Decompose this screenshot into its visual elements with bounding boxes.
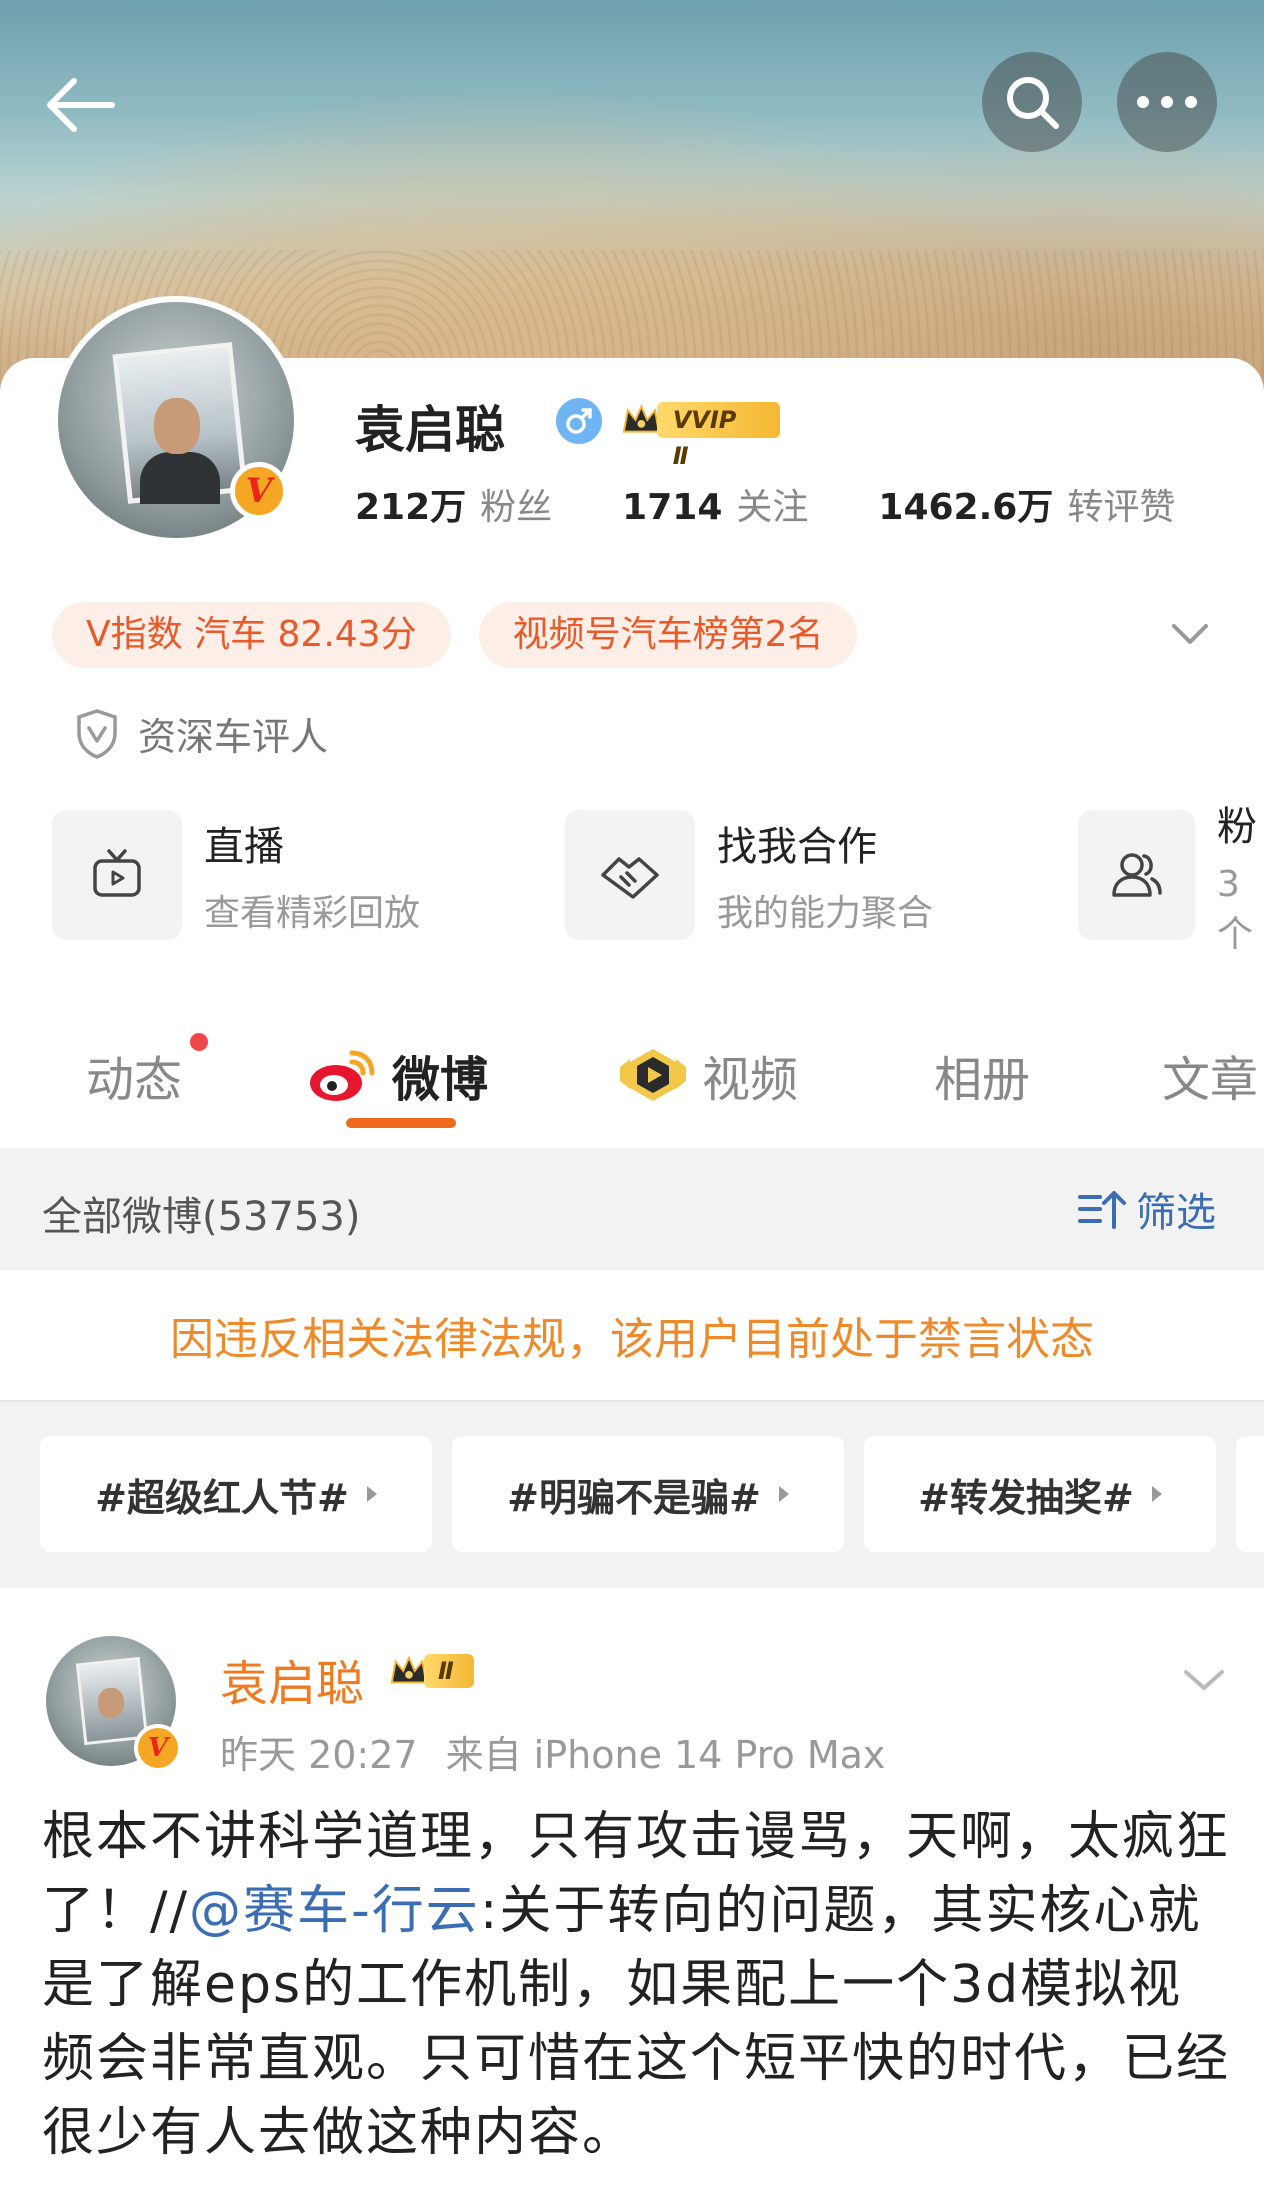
- filter-icon: [1078, 1191, 1126, 1229]
- expand-button[interactable]: [1168, 614, 1212, 654]
- vvip-badge[interactable]: VVIP Ⅱ: [620, 396, 780, 470]
- tv-icon: [93, 849, 141, 897]
- quick-link-cooperation[interactable]: 找我合作 我的能力聚合: [565, 810, 933, 940]
- hashtag-chip[interactable]: #明骗不是骗#: [452, 1436, 844, 1552]
- stat-label: 转评赞: [1067, 487, 1176, 528]
- stat-label: 粉丝: [480, 487, 553, 528]
- profile-tabs: 动态 微博 视频 相册 文章: [0, 1030, 1264, 1140]
- stat-followers[interactable]: 212万 粉丝: [355, 478, 552, 530]
- hashtag-chip-partial[interactable]: [1236, 1436, 1264, 1552]
- tab-article[interactable]: 文章: [1162, 1040, 1258, 1110]
- handshake-icon: [601, 857, 659, 899]
- v-index-pill[interactable]: V指数 汽车 82.43分: [52, 602, 451, 668]
- quick-link-title: 直播: [204, 824, 284, 870]
- post-vip-label: Ⅱ: [424, 1654, 474, 1688]
- tab-video[interactable]: 视频: [616, 1040, 798, 1110]
- tile: [52, 810, 182, 940]
- ban-notice: 因违反相关法律法规，该用户目前处于禁言状态: [0, 1270, 1264, 1402]
- hashtag-label: #转发抽奖#: [918, 1475, 1134, 1520]
- search-icon: [1007, 77, 1059, 129]
- tab-label: 视频: [702, 1052, 799, 1108]
- stat-value: 212万: [355, 487, 467, 528]
- back-arrow-icon: [47, 78, 115, 132]
- post-meta: 昨天 20:27 来自 iPhone 14 Pro Max: [220, 1724, 885, 1779]
- tab-label: 微博: [392, 1052, 489, 1108]
- profile-stats: 212万 粉丝 1714 关注 1462.6万 转评赞: [355, 478, 1175, 530]
- more-dots-icon: [1137, 96, 1197, 108]
- chevron-right-icon: [366, 1486, 377, 1502]
- chevron-down-icon: [1172, 624, 1208, 644]
- hashtag-chip[interactable]: #超级红人节#: [40, 1436, 432, 1552]
- shield-v-icon: [77, 708, 117, 759]
- male-icon: [556, 398, 602, 444]
- active-tab-indicator: [346, 1118, 456, 1128]
- stat-label: 关注: [736, 487, 809, 528]
- tab-label: 动态: [86, 1052, 183, 1108]
- hashtag-label: #明骗不是骗#: [507, 1475, 761, 1520]
- video-badge-icon: [620, 1049, 686, 1101]
- group-icon: [1112, 853, 1163, 897]
- quick-link-live[interactable]: 直播 查看精彩回放: [52, 810, 420, 940]
- tab-weibo[interactable]: 微博: [308, 1040, 488, 1110]
- tab-label: 文章: [1162, 1052, 1259, 1108]
- certification-label: 资深车评人: [138, 715, 329, 759]
- post-author-name[interactable]: 袁启聪: [220, 1644, 364, 1714]
- tile: [565, 810, 695, 940]
- tile: [1078, 810, 1195, 940]
- tab-feed[interactable]: 动态: [86, 1040, 182, 1110]
- tab-label: 相册: [934, 1052, 1031, 1108]
- filter-label: 筛选: [1136, 1190, 1216, 1236]
- chevron-right-icon: [1151, 1486, 1162, 1502]
- hashtag-chip[interactable]: #转发抽奖#: [864, 1436, 1216, 1552]
- verified-badge-icon: V: [134, 1724, 182, 1772]
- post-vip-badge[interactable]: Ⅱ: [388, 1648, 474, 1694]
- chevron-down-icon: [1184, 1670, 1224, 1690]
- mention-link[interactable]: @赛车-行云: [189, 1881, 480, 1941]
- quick-link-title: 找我合作: [717, 824, 877, 870]
- chevron-right-icon: [778, 1486, 789, 1502]
- quick-link-subtitle: 我的能力聚合: [717, 893, 934, 934]
- notification-dot: [190, 1033, 208, 1051]
- stat-engagement[interactable]: 1462.6万 转评赞: [878, 478, 1175, 530]
- hashtag-label: #超级红人节#: [95, 1475, 349, 1520]
- profile-name: 袁启聪: [355, 401, 505, 459]
- post-time: 昨天 20:27: [220, 1733, 418, 1777]
- stat-value: 1714: [622, 487, 723, 528]
- quick-link-subtitle: 3个: [1216, 863, 1253, 955]
- vvip-label: VVIP Ⅱ: [656, 402, 780, 470]
- quick-link-subtitle: 查看精彩回放: [204, 893, 421, 934]
- profile-pills: V指数 汽车 82.43分 视频号汽车榜第2名: [52, 602, 885, 668]
- stat-following[interactable]: 1714 关注: [622, 478, 808, 530]
- hashtag-bar: #超级红人节# #明骗不是骗# #转发抽奖#: [0, 1402, 1264, 1588]
- certification: 资深车评人: [74, 706, 328, 761]
- tab-album[interactable]: 相册: [934, 1040, 1030, 1110]
- search-button[interactable]: [982, 52, 1082, 152]
- feed-filter-bar: 全部微博(53753) 筛选: [0, 1148, 1264, 1270]
- stat-value: 1462.6万: [878, 487, 1054, 528]
- verified-badge-icon: V: [230, 462, 288, 520]
- weibo-count: 全部微博(53753): [42, 1194, 361, 1240]
- back-button[interactable]: [40, 70, 120, 140]
- filter-button[interactable]: 筛选: [1076, 1180, 1216, 1238]
- post-menu-button[interactable]: [1180, 1660, 1228, 1700]
- ranking-pill[interactable]: 视频号汽车榜第2名: [478, 602, 858, 668]
- post-source: 来自 iPhone 14 Pro Max: [445, 1733, 886, 1777]
- weibo-logo-icon: [310, 1050, 375, 1101]
- post-text: 根本不讲科学道理，只有攻击谩骂，天啊，太疯狂了！//@赛车-行云:关于转向的问题…: [42, 1800, 1232, 2170]
- quick-link-title: 粉: [1216, 803, 1257, 850]
- quick-link-fans[interactable]: 粉 3个: [1078, 804, 1264, 955]
- more-button[interactable]: [1117, 52, 1217, 152]
